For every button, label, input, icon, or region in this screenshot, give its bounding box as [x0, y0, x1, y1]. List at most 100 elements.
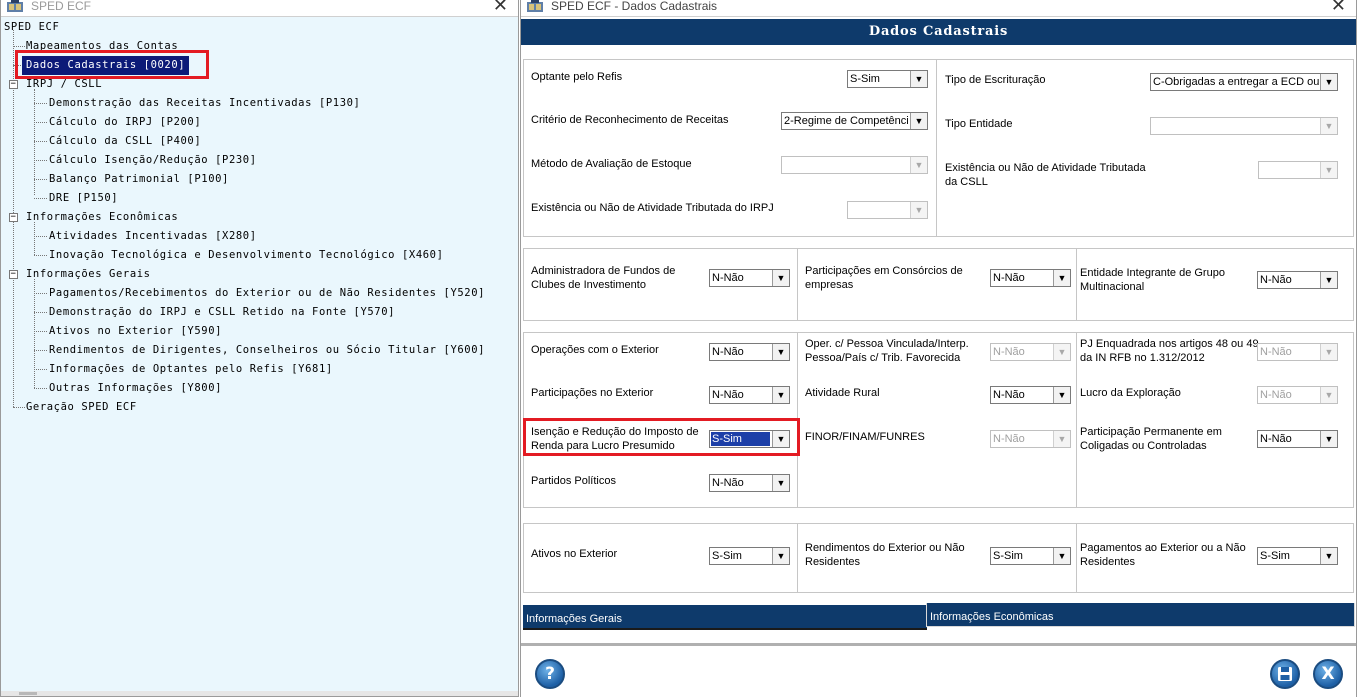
atividade-irpj-label: Existência ou Não de Atividade Tributada…	[531, 202, 774, 214]
highlight-box	[523, 418, 800, 456]
tree-window: SPED ECF ✕ − − − SPED ECF Mapeamentos da…	[0, 0, 519, 697]
tree-item-y570[interactable]: Demonstração do IRPJ e CSLL Retido na Fo…	[49, 303, 395, 322]
tree-item-p230[interactable]: Cálculo Isenção/Redução [P230]	[49, 151, 257, 170]
lucro-exploracao-select[interactable]: N-Não ▼	[1257, 386, 1338, 404]
pj-enquadrada-label: PJ Enquadrada nos artigos 48 ou 49 da IN…	[1080, 338, 1259, 364]
entidade-grupo-label: Entidade Integrante de Grupo Multinacion…	[1080, 267, 1225, 293]
tree-item-info-gerais[interactable]: Informações Gerais	[26, 265, 151, 284]
chevron-down-icon[interactable]: ▼	[1320, 344, 1337, 360]
optante-refis-select[interactable]: S-Sim ▼	[847, 70, 928, 88]
atividade-rural-label: Atividade Rural	[805, 387, 880, 399]
collapse-icon[interactable]: −	[9, 80, 18, 89]
tree-item-p130[interactable]: Demonstração das Receitas Incentivadas […	[49, 94, 360, 113]
chevron-down-icon[interactable]: ▼	[1053, 270, 1070, 286]
tab-informacoes-gerais[interactable]: Informações Gerais	[523, 605, 927, 629]
operacoes-exterior-label: Operações com o Exterior	[531, 344, 659, 356]
chevron-down-icon[interactable]: ▼	[1320, 387, 1337, 403]
navigation-tree[interactable]: − − − SPED ECF Mapeamentos das Contas Da…	[1, 17, 518, 696]
tree-item-p150[interactable]: DRE [P150]	[49, 189, 118, 208]
part-consorcios-label: Participações em Consórcios de empresas	[805, 265, 963, 291]
atividade-csll-label: Existência ou Não de Atividade Tributada…	[945, 162, 1146, 188]
tree-item-x460[interactable]: Inovação Tecnológica e Desenvolvimento T…	[49, 246, 444, 265]
horizontal-scrollbar[interactable]	[1, 691, 518, 696]
tree-item-info-economicas[interactable]: Informações Econômicas	[26, 208, 178, 227]
chevron-down-icon[interactable]: ▼	[1053, 344, 1070, 360]
atividade-irpj-select[interactable]: ▼	[847, 201, 928, 219]
rendimentos-exterior-select[interactable]: S-Sim ▼	[990, 547, 1071, 565]
pagamentos-exterior-label: Pagamentos ao Exterior ou a Não Resident…	[1080, 542, 1246, 568]
ativos-exterior-select[interactable]: S-Sim ▼	[709, 547, 790, 565]
chevron-down-icon[interactable]: ▼	[1320, 272, 1337, 288]
chevron-down-icon[interactable]: ▼	[910, 157, 927, 173]
collapse-icon[interactable]: −	[9, 270, 18, 279]
operacoes-exterior-select[interactable]: N-Não ▼	[709, 343, 790, 361]
tab-informacoes-economicas[interactable]: Informações Econômicas	[926, 603, 1355, 627]
tree-root[interactable]: SPED ECF	[4, 18, 59, 37]
chevron-down-icon[interactable]: ▼	[772, 387, 789, 403]
ativos-exterior-label: Ativos no Exterior	[531, 548, 618, 560]
chevron-down-icon[interactable]: ▼	[1053, 387, 1070, 403]
chevron-down-icon[interactable]: ▼	[1053, 431, 1070, 447]
partidos-politicos-label: Partidos Políticos	[531, 475, 616, 487]
oper-pessoa-vinculada-select[interactable]: N-Não ▼	[990, 343, 1071, 361]
chevron-down-icon[interactable]: ▼	[772, 548, 789, 564]
pj-enquadrada-select[interactable]: N-Não ▼	[1257, 343, 1338, 361]
partidos-politicos-select[interactable]: N-Não ▼	[709, 474, 790, 492]
chevron-down-icon[interactable]: ▼	[1320, 162, 1337, 178]
participacoes-exterior-select[interactable]: N-Não ▼	[709, 386, 790, 404]
chevron-down-icon[interactable]: ▼	[1320, 548, 1337, 564]
help-icon: ?	[545, 664, 555, 684]
criterio-receitas-label: Critério de Reconhecimento de Receitas	[531, 114, 729, 126]
chevron-down-icon[interactable]: ▼	[772, 344, 789, 360]
chevron-down-icon[interactable]: ▼	[910, 113, 927, 129]
oper-pessoa-vinculada-label: Oper. c/ Pessoa Vinculada/Interp. Pessoa…	[805, 338, 969, 364]
pagamentos-exterior-select[interactable]: S-Sim ▼	[1257, 547, 1338, 565]
help-button[interactable]: ?	[535, 659, 565, 689]
tree-item-x280[interactable]: Atividades Incentivadas [X280]	[49, 227, 257, 246]
tree-item-p100[interactable]: Balanço Patrimonial [P100]	[49, 170, 229, 189]
tree-item-y590[interactable]: Ativos no Exterior [Y590]	[49, 322, 222, 341]
chevron-down-icon[interactable]: ▼	[1320, 118, 1337, 134]
criterio-receitas-select[interactable]: 2-Regime de Competência ▼	[781, 112, 928, 130]
tipo-entidade-label: Tipo Entidade	[945, 118, 1013, 130]
metodo-estoque-select[interactable]: ▼	[781, 156, 928, 174]
chevron-down-icon[interactable]: ▼	[1053, 548, 1070, 564]
app-icon	[527, 0, 543, 12]
scrollbar-thumb[interactable]	[19, 692, 37, 695]
collapse-icon[interactable]: −	[9, 213, 18, 222]
atividade-csll-select[interactable]: ▼	[1258, 161, 1338, 179]
chevron-down-icon[interactable]: ▼	[1320, 74, 1337, 90]
form-area: Optante pelo Refis S-Sim ▼ Critério de Re…	[521, 45, 1356, 630]
app-icon	[7, 0, 23, 12]
tipo-entidade-select[interactable]: ▼	[1150, 117, 1338, 135]
tree-item-y600[interactable]: Rendimentos de Dirigentes, Conselheiros …	[49, 341, 485, 360]
tree-window-title: SPED ECF	[31, 0, 92, 13]
tree-item-p200[interactable]: Cálculo do IRPJ [P200]	[49, 113, 201, 132]
tree-item-y800[interactable]: Outras Informações [Y800]	[49, 379, 222, 398]
adm-fundos-select[interactable]: N-Não ▼	[709, 269, 790, 287]
part-consorcios-select[interactable]: N-Não ▼	[990, 269, 1071, 287]
chevron-down-icon[interactable]: ▼	[910, 202, 927, 218]
save-button[interactable]	[1270, 659, 1300, 689]
entidade-grupo-select[interactable]: N-Não ▼	[1257, 271, 1338, 289]
tipo-escrituracao-select[interactable]: C-Obrigadas a entregar a ECD ou e ▼	[1150, 73, 1338, 91]
atividade-rural-select[interactable]: N-Não ▼	[990, 386, 1071, 404]
close-button[interactable]: X	[1313, 659, 1343, 689]
finor-select[interactable]: N-Não ▼	[990, 430, 1071, 448]
chevron-down-icon[interactable]: ▼	[910, 71, 927, 87]
tree-item-y520[interactable]: Pagamentos/Recebimentos do Exterior ou d…	[49, 284, 485, 303]
participacao-permanente-select[interactable]: N-Não ▼	[1257, 430, 1338, 448]
footer-toolbar: ? X	[521, 643, 1356, 697]
form-window-title: SPED ECF - Dados Cadastrais	[551, 0, 718, 13]
close-icon[interactable]: ✕	[493, 0, 508, 14]
participacao-permanente-label: Participação Permanente em Coligadas ou …	[1080, 426, 1222, 452]
tree-window-titlebar: SPED ECF ✕	[1, 0, 518, 17]
tree-item-y681[interactable]: Informações de Optantes pelo Refis [Y681…	[49, 360, 333, 379]
tree-item-p400[interactable]: Cálculo da CSLL [P400]	[49, 132, 201, 151]
close-icon[interactable]: ✕	[1331, 0, 1346, 14]
floppy-disk-icon	[1278, 667, 1292, 681]
chevron-down-icon[interactable]: ▼	[772, 270, 789, 286]
chevron-down-icon[interactable]: ▼	[772, 475, 789, 491]
tree-item-geracao[interactable]: Geração SPED ECF	[26, 398, 137, 417]
chevron-down-icon[interactable]: ▼	[1320, 431, 1337, 447]
